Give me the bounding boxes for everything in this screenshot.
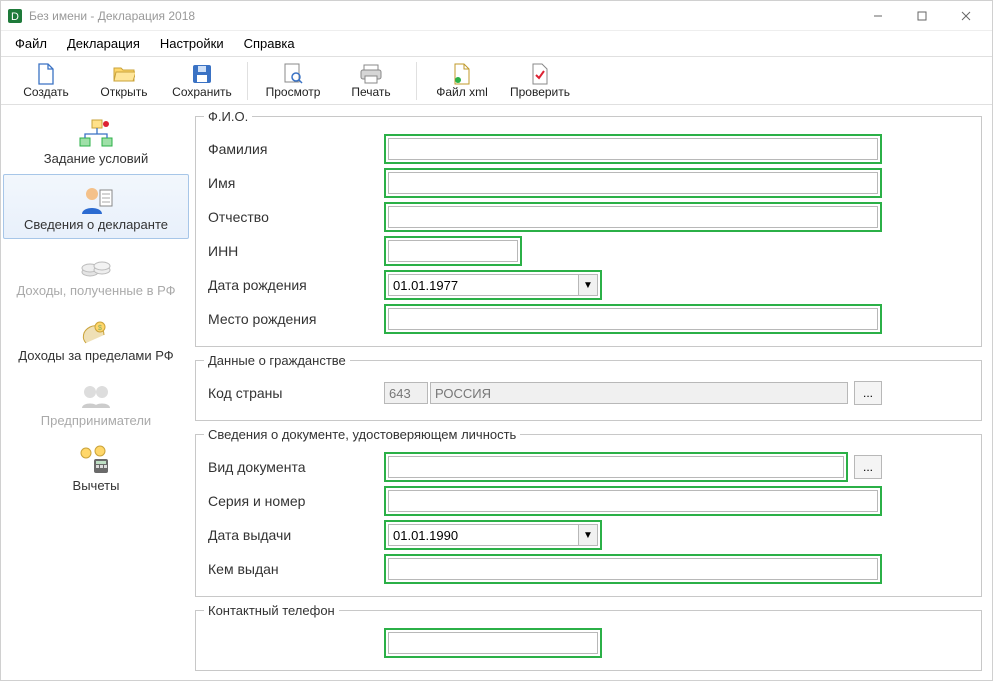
- issue-date-combo[interactable]: ▼: [388, 524, 598, 546]
- xml-file-icon: [451, 63, 473, 85]
- birthplace-label: Место рождения: [204, 311, 384, 327]
- menu-help[interactable]: Справка: [238, 34, 301, 53]
- toolbar-print-label: Печать: [351, 85, 390, 99]
- series-number-input[interactable]: [388, 490, 878, 512]
- toolbar-preview-label: Просмотр: [266, 85, 321, 99]
- series-number-label: Серия и номер: [204, 493, 384, 509]
- chevron-down-icon[interactable]: ▼: [578, 274, 598, 296]
- doc-type-picker-button[interactable]: ...: [854, 455, 882, 479]
- patronymic-input[interactable]: [388, 206, 878, 228]
- issue-date-label: Дата выдачи: [204, 527, 384, 543]
- save-icon: [191, 63, 213, 85]
- declarant-icon: [75, 183, 117, 217]
- toolbar-filexml-label: Файл xml: [436, 85, 488, 99]
- toolbar-separator: [247, 62, 248, 100]
- chevron-down-icon[interactable]: ▼: [578, 524, 598, 546]
- new-file-icon: [35, 63, 57, 85]
- menubar: Файл Декларация Настройки Справка: [1, 31, 992, 57]
- birthplace-input[interactable]: [388, 308, 878, 330]
- app-window: D Без имени - Декларация 2018 Файл Декла…: [0, 0, 993, 681]
- issued-by-label: Кем выдан: [204, 561, 384, 577]
- deductions-icon: [75, 444, 117, 478]
- entrepreneurs-icon: [75, 379, 117, 413]
- country-name-input: [430, 382, 848, 404]
- open-folder-icon: [113, 63, 135, 85]
- close-button[interactable]: [944, 2, 988, 30]
- dob-label: Дата рождения: [204, 277, 384, 293]
- name-label: Имя: [204, 175, 384, 191]
- doc-type-input[interactable]: [388, 456, 844, 478]
- ellipsis-icon: ...: [863, 460, 873, 474]
- sidebar-item-income-foreign[interactable]: $ Доходы за пределами РФ: [3, 306, 189, 369]
- form-area: Ф.И.О. Фамилия Имя Отчество ИНН: [191, 105, 992, 680]
- country-code-label: Код страны: [204, 385, 384, 401]
- toolbar-open-label: Открыть: [100, 85, 147, 99]
- toolbar-check-label: Проверить: [510, 85, 570, 99]
- sidebar-item-declarant[interactable]: Сведения о декларанте: [3, 174, 189, 239]
- sidebar-item-label: Доходы за пределами РФ: [18, 348, 173, 363]
- sidebar-item-entrepreneurs[interactable]: Предприниматели: [3, 371, 189, 434]
- surname-label: Фамилия: [204, 141, 384, 157]
- preview-icon: [282, 63, 304, 85]
- country-code-input: [384, 382, 428, 404]
- citizenship-legend: Данные о гражданстве: [204, 353, 350, 368]
- conditions-icon: [75, 117, 117, 151]
- phone-legend: Контактный телефон: [204, 603, 339, 618]
- maximize-button[interactable]: [900, 2, 944, 30]
- menu-file[interactable]: Файл: [9, 34, 53, 53]
- sidebar-item-label: Сведения о декларанте: [24, 217, 168, 232]
- issue-date-input[interactable]: [388, 524, 578, 546]
- sidebar-item-deductions[interactable]: Вычеты: [3, 436, 189, 499]
- toolbar: Создать Открыть Сохранить Просмотр Печа: [1, 57, 992, 105]
- dob-input[interactable]: [388, 274, 578, 296]
- iddoc-group: Сведения о документе, удостоверяющем лич…: [195, 427, 982, 597]
- issued-by-input[interactable]: [388, 558, 878, 580]
- iddoc-legend: Сведения о документе, удостоверяющем лич…: [204, 427, 520, 442]
- minimize-button[interactable]: [856, 2, 900, 30]
- sidebar-item-label: Предприниматели: [41, 413, 151, 428]
- toolbar-preview[interactable]: Просмотр: [256, 59, 330, 103]
- name-input[interactable]: [388, 172, 878, 194]
- fio-group: Ф.И.О. Фамилия Имя Отчество ИНН: [195, 109, 982, 347]
- toolbar-create[interactable]: Создать: [9, 59, 83, 103]
- income-rf-icon: [75, 249, 117, 283]
- sidebar-item-label: Задание условий: [44, 151, 148, 166]
- phone-input[interactable]: [388, 632, 598, 654]
- toolbar-create-label: Создать: [23, 85, 69, 99]
- patronymic-label: Отчество: [204, 209, 384, 225]
- phone-group: Контактный телефон: [195, 603, 982, 671]
- toolbar-print[interactable]: Печать: [334, 59, 408, 103]
- toolbar-separator: [416, 62, 417, 100]
- inn-label: ИНН: [204, 243, 384, 259]
- income-foreign-icon: $: [75, 314, 117, 348]
- print-icon: [360, 63, 382, 85]
- citizenship-group: Данные о гражданстве Код страны ...: [195, 353, 982, 421]
- toolbar-save-label: Сохранить: [172, 85, 232, 99]
- ellipsis-icon: ...: [863, 386, 873, 400]
- fio-legend: Ф.И.О.: [204, 109, 252, 124]
- toolbar-filexml[interactable]: Файл xml: [425, 59, 499, 103]
- sidebar-item-conditions[interactable]: Задание условий: [3, 109, 189, 172]
- dob-combo[interactable]: ▼: [388, 274, 598, 296]
- svg-text:D: D: [11, 11, 19, 23]
- window-title: Без имени - Декларация 2018: [29, 9, 195, 23]
- sidebar: Задание условий Сведения о декларанте До…: [1, 105, 191, 680]
- sidebar-item-label: Доходы, полученные в РФ: [16, 283, 175, 298]
- toolbar-check[interactable]: Проверить: [503, 59, 577, 103]
- country-picker-button[interactable]: ...: [854, 381, 882, 405]
- svg-text:$: $: [98, 325, 102, 332]
- sidebar-item-income-rf[interactable]: Доходы, полученные в РФ: [3, 241, 189, 304]
- menu-declaration[interactable]: Декларация: [61, 34, 146, 53]
- check-icon: [529, 63, 551, 85]
- inn-input[interactable]: [388, 240, 518, 262]
- surname-input[interactable]: [388, 138, 878, 160]
- toolbar-open[interactable]: Открыть: [87, 59, 161, 103]
- menu-settings[interactable]: Настройки: [154, 34, 230, 53]
- toolbar-save[interactable]: Сохранить: [165, 59, 239, 103]
- app-icon: D: [7, 8, 23, 24]
- sidebar-item-label: Вычеты: [73, 478, 120, 493]
- doc-type-label: Вид документа: [204, 459, 384, 475]
- titlebar: D Без имени - Декларация 2018: [1, 1, 992, 31]
